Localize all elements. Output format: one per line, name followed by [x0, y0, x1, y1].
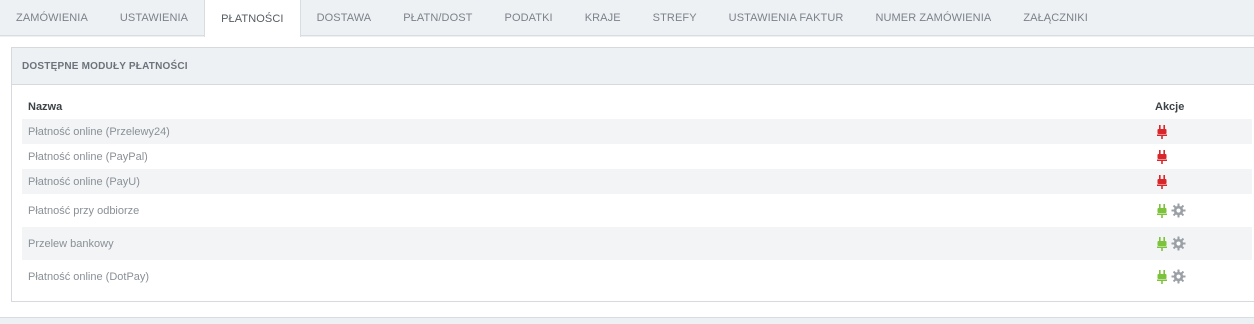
payment-module-name: Płatność online (PayU) [28, 175, 140, 188]
red-plug-icon[interactable] [1157, 124, 1167, 139]
table-row: Płatność przy odbiorze [22, 194, 1252, 227]
column-header-actions: Akcje [1155, 100, 1185, 113]
row-actions [1157, 149, 1167, 164]
tab-podatki[interactable]: PODATKI [489, 0, 569, 35]
tab-kraje[interactable]: KRAJE [569, 0, 637, 35]
table-header: Nazwa Akcje [22, 94, 1252, 119]
table-row: Płatność online (PayPal) [22, 144, 1252, 169]
tab-dostawa[interactable]: DOSTAWA [301, 0, 388, 35]
column-header-name: Nazwa [28, 100, 63, 113]
table-row: Przelew bankowy [22, 227, 1252, 260]
red-plug-icon[interactable] [1157, 174, 1167, 189]
tab-ustawienia-faktur[interactable]: USTAWIENIA FAKTUR [713, 0, 860, 35]
row-actions [1157, 236, 1186, 251]
gear-icon[interactable] [1171, 269, 1186, 284]
payment-module-name: Płatność online (DotPay) [28, 270, 150, 283]
green-plug-icon[interactable] [1157, 203, 1167, 218]
panel-title: DOSTĘPNE MODUŁY PŁATNOŚCI [12, 48, 1254, 85]
tab-numer-zamowienia[interactable]: NUMER ZAMÓWIENIA [859, 0, 1007, 35]
payment-module-name: Płatność przy odbiorze [28, 204, 140, 217]
green-plug-icon[interactable] [1157, 236, 1167, 251]
table-row: Płatność online (DotPay) [22, 260, 1252, 293]
gear-icon[interactable] [1171, 236, 1186, 251]
tab-zamowienia[interactable]: ZAMÓWIENIA [0, 0, 104, 35]
table-row: Płatność online (PayU) [22, 169, 1252, 194]
tab-bar: ZAMÓWIENIA USTAWIENIA PŁATNOŚCI DOSTAWA … [0, 0, 1254, 37]
gear-icon[interactable] [1171, 203, 1186, 218]
row-actions [1157, 174, 1167, 189]
row-actions [1157, 269, 1186, 284]
table-body: Płatność online (Przelewy24) Płatność onl… [22, 119, 1252, 293]
payment-module-name: Płatność online (PayPal) [28, 150, 148, 163]
tab-content: DOSTĘPNE MODUŁY PŁATNOŚCI Nazwa Akcje Pł… [0, 37, 1254, 317]
payment-modules-panel: DOSTĘPNE MODUŁY PŁATNOŚCI Nazwa Akcje Pł… [11, 47, 1254, 302]
row-actions [1157, 124, 1167, 139]
payment-module-name: Przelew bankowy [28, 237, 114, 250]
tab-ustawienia[interactable]: USTAWIENIA [104, 0, 204, 35]
green-plug-icon[interactable] [1157, 269, 1167, 284]
tab-zalaczniki[interactable]: ZAŁĄCZNIKI [1007, 0, 1104, 35]
payment-module-name: Płatność online (Przelewy24) [28, 125, 170, 138]
row-actions [1157, 203, 1186, 218]
tab-strefy[interactable]: STREFY [637, 0, 713, 35]
tab-platnosci[interactable]: PŁATNOŚCI [204, 0, 301, 37]
table-row: Płatność online (Przelewy24) [22, 119, 1252, 144]
payment-modules-table: Nazwa Akcje Płatność online (Przelewy24)… [22, 94, 1252, 293]
red-plug-icon[interactable] [1157, 149, 1167, 164]
tab-platn-dost[interactable]: PŁATN/DOST [387, 0, 488, 35]
